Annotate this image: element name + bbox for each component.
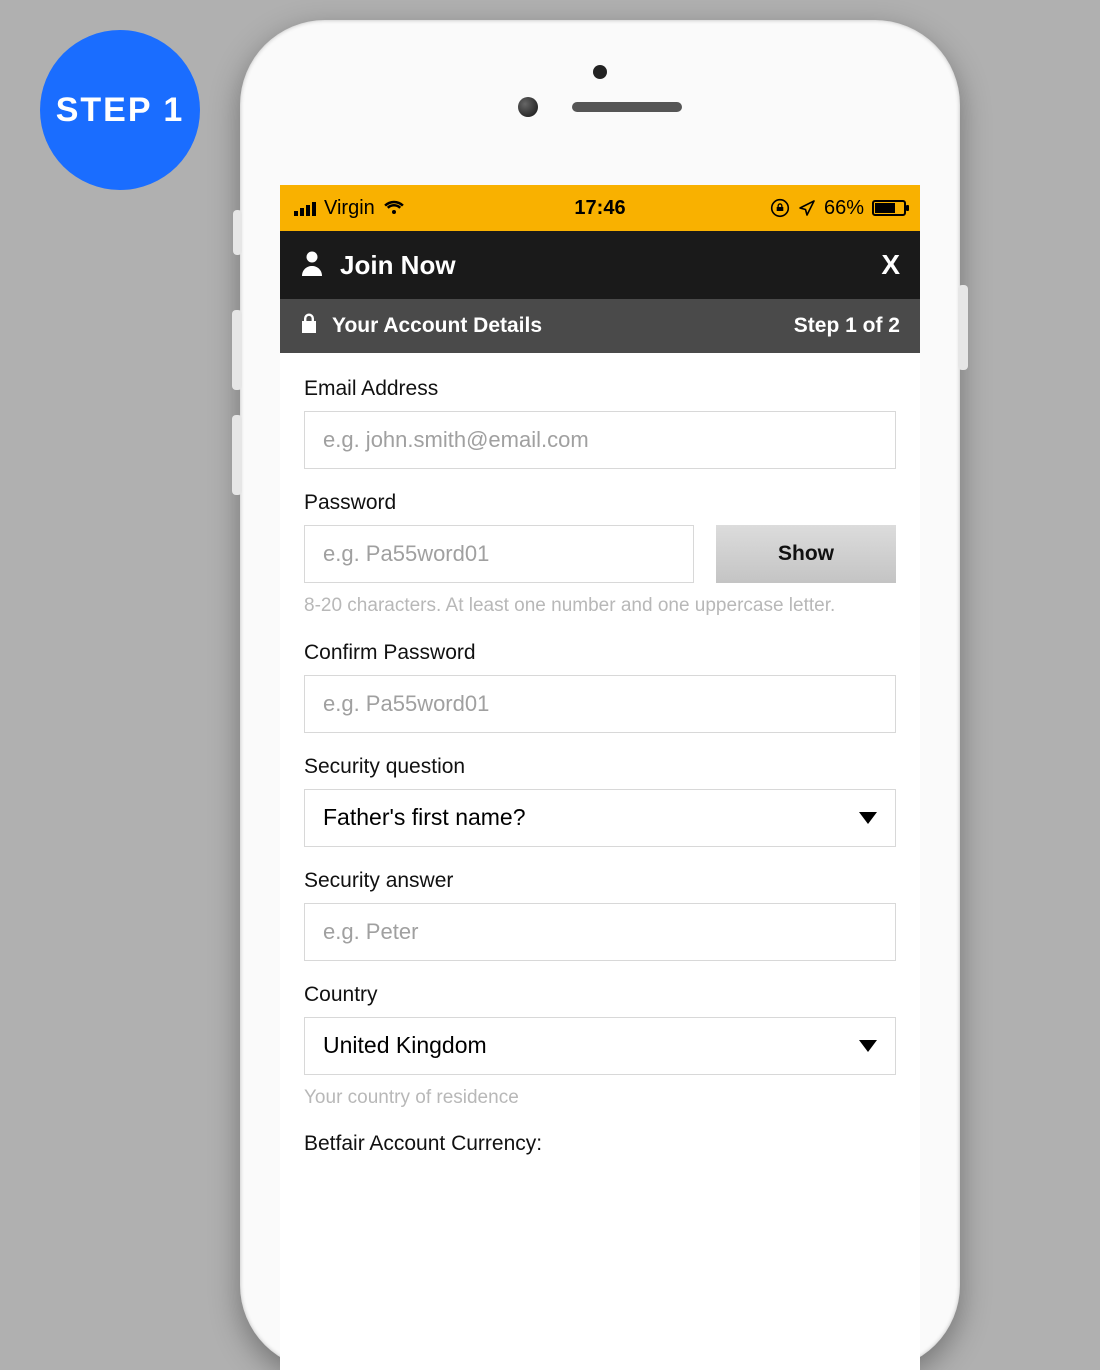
lock-icon bbox=[300, 312, 318, 340]
form-area: Email Address Password Show 8-20 charact… bbox=[280, 353, 920, 1156]
rotation-lock-icon bbox=[770, 198, 790, 218]
currency-label: Betfair Account Currency: bbox=[304, 1132, 896, 1156]
confirm-password-input[interactable] bbox=[304, 675, 896, 733]
app-header: Join Now X bbox=[280, 231, 920, 299]
battery-pct: 66% bbox=[824, 197, 864, 220]
email-input[interactable] bbox=[304, 411, 896, 469]
signal-icon bbox=[294, 200, 316, 216]
status-time: 17:46 bbox=[574, 197, 625, 220]
country-label: Country bbox=[304, 983, 896, 1007]
confirm-password-label: Confirm Password bbox=[304, 641, 896, 665]
sub-header-title: Your Account Details bbox=[332, 314, 542, 338]
step-badge: STEP 1 bbox=[40, 30, 200, 190]
close-button[interactable]: X bbox=[881, 249, 900, 281]
password-label: Password bbox=[304, 491, 896, 515]
sub-header-step: Step 1 of 2 bbox=[794, 314, 900, 338]
password-hint: 8-20 characters. At least one number and… bbox=[304, 593, 896, 619]
security-answer-input[interactable] bbox=[304, 903, 896, 961]
phone-top-sensors bbox=[240, 20, 960, 185]
phone-camera-dot bbox=[593, 65, 607, 79]
password-input[interactable] bbox=[304, 525, 694, 583]
phone-speaker bbox=[572, 102, 682, 112]
sub-header: Your Account Details Step 1 of 2 bbox=[280, 299, 920, 353]
status-bar: Virgin 17:46 66% bbox=[280, 185, 920, 231]
country-select[interactable]: United Kingdom bbox=[304, 1017, 896, 1075]
step-badge-label: STEP 1 bbox=[56, 91, 185, 130]
email-label: Email Address bbox=[304, 377, 896, 401]
location-icon bbox=[798, 199, 816, 217]
chevron-down-icon bbox=[859, 812, 877, 824]
phone-volume-up bbox=[232, 310, 242, 390]
app-title: Join Now bbox=[340, 250, 456, 281]
country-value: United Kingdom bbox=[323, 1032, 487, 1059]
user-icon bbox=[300, 249, 324, 282]
country-hint: Your country of residence bbox=[304, 1085, 896, 1111]
phone-power-button bbox=[958, 285, 968, 370]
phone-screen: Virgin 17:46 66% bbox=[280, 185, 920, 1370]
security-answer-label: Security answer bbox=[304, 869, 896, 893]
phone-frame: Virgin 17:46 66% bbox=[240, 20, 960, 1370]
carrier-label: Virgin bbox=[324, 197, 375, 220]
security-question-select[interactable]: Father's first name? bbox=[304, 789, 896, 847]
security-question-value: Father's first name? bbox=[323, 804, 526, 831]
chevron-down-icon bbox=[859, 1040, 877, 1052]
phone-mute-switch bbox=[233, 210, 242, 255]
phone-sensor-dot bbox=[518, 97, 538, 117]
phone-volume-down bbox=[232, 415, 242, 495]
battery-icon bbox=[872, 200, 906, 216]
security-question-label: Security question bbox=[304, 755, 896, 779]
wifi-icon bbox=[383, 200, 405, 216]
show-password-button[interactable]: Show bbox=[716, 525, 896, 583]
